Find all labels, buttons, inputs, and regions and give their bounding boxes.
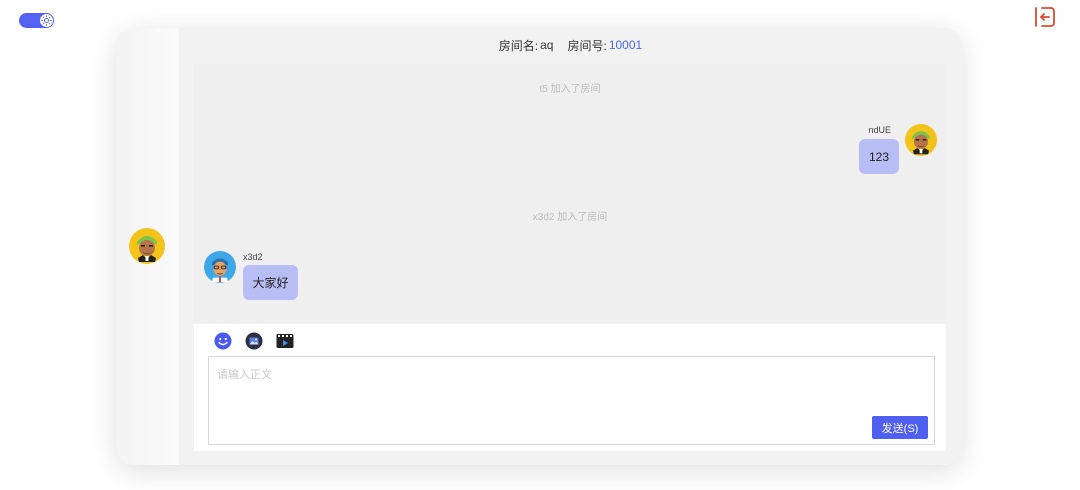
- video-icon[interactable]: [276, 332, 294, 350]
- chat-window: 房间名: aq 房间号: 10001 t5 加入了房间 ndUE 123 x3d…: [116, 28, 962, 465]
- system-message: x3d2 加入了房间: [532, 212, 608, 223]
- message-bubble[interactable]: 大家好: [243, 265, 298, 300]
- room-id-label: 房间号:: [567, 38, 607, 53]
- message-bubble[interactable]: 123: [859, 139, 899, 174]
- message-input-box: 发送(S): [208, 356, 935, 445]
- logout-button[interactable]: [1034, 6, 1056, 28]
- message-username: x3d2: [243, 252, 263, 262]
- room-header: 房间名: aq 房间号: 10001: [179, 28, 962, 62]
- message-composer: 发送(S): [194, 324, 946, 451]
- room-name-label: 房间名:: [498, 38, 539, 53]
- message-username: ndUE: [868, 125, 891, 135]
- theme-toggle[interactable]: [19, 13, 54, 28]
- message-input[interactable]: [209, 357, 934, 444]
- image-icon[interactable]: [245, 332, 263, 350]
- emoji-icon[interactable]: [214, 332, 232, 350]
- chat-page: 房间名: aq 房间号: 10001 t5 加入了房间 ndUE 123 x3d…: [0, 0, 1080, 490]
- chat-main: 房间名: aq 房间号: 10001 t5 加入了房间 ndUE 123 x3d…: [179, 28, 962, 465]
- system-message: t5 加入了房间: [539, 84, 601, 95]
- room-name: aq: [540, 38, 554, 52]
- room-id: 10001: [608, 38, 643, 52]
- send-button[interactable]: 发送(S): [872, 416, 928, 439]
- logout-icon: [1035, 7, 1055, 27]
- message-avatar[interactable]: [204, 251, 236, 288]
- message-list[interactable]: t5 加入了房间 ndUE 123 x3d2 加入了房间 x3d2 大家好: [194, 64, 946, 323]
- user-sidebar: [116, 28, 179, 465]
- sun-icon: [40, 14, 53, 27]
- message-avatar[interactable]: [905, 124, 937, 161]
- current-user-avatar[interactable]: [129, 228, 165, 269]
